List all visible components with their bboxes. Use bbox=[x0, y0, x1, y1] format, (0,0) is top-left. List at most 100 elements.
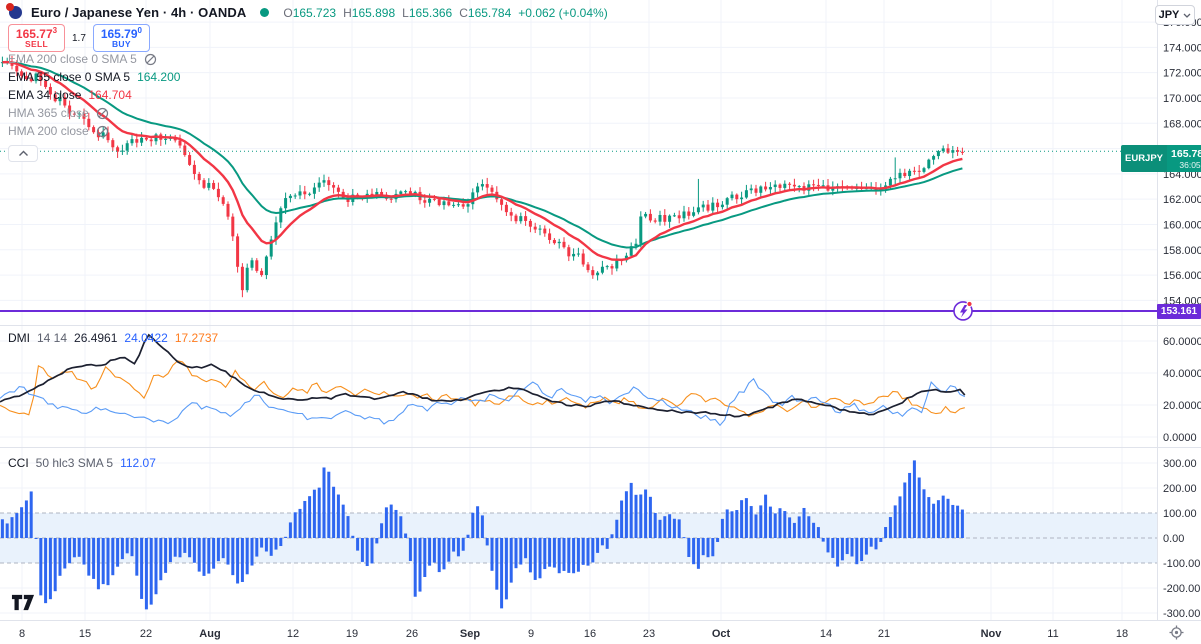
sell-price-sup: 3 bbox=[52, 25, 58, 35]
dmi-tick: 40.0000 bbox=[1163, 368, 1201, 380]
open-label: O bbox=[283, 5, 293, 20]
alert-icon[interactable] bbox=[953, 300, 973, 321]
cci-params: 50 hlc3 SMA 5 bbox=[35, 456, 114, 470]
market-status-dot bbox=[260, 8, 270, 17]
chevron-up-icon bbox=[18, 150, 28, 156]
buy-price-sup: 0 bbox=[137, 25, 142, 35]
time-tick: 12 bbox=[287, 628, 299, 640]
symbol-header: Euro / Japanese Yen · 4h · OANDA O165.72… bbox=[6, 3, 608, 20]
legend-row-ema34[interactable]: EMA 34 close 164.704 bbox=[8, 86, 180, 104]
time-tick: 26 bbox=[406, 628, 418, 640]
close-label: C bbox=[459, 5, 468, 20]
tradingview-chart-app: 176.000174.000172.000170.000168.000164.0… bbox=[0, 0, 1201, 644]
badge-countdown: 36:05 bbox=[1179, 159, 1201, 170]
time-tick: 21 bbox=[878, 628, 890, 640]
order-panel: 165.773 SELL 1.7 165.790 BUY bbox=[8, 24, 150, 52]
change-value: +0.062 (+0.04%) bbox=[518, 5, 608, 20]
price-tick: 170.000 bbox=[1163, 93, 1201, 105]
time-tick: Nov bbox=[981, 628, 1003, 640]
currency-dropdown[interactable]: JPY bbox=[1155, 5, 1195, 25]
time-tick: 11 bbox=[1047, 628, 1058, 640]
badge-price: 165.784 bbox=[1171, 147, 1201, 160]
legend-collapse-button[interactable] bbox=[8, 145, 38, 162]
close-value: 165.784 bbox=[467, 5, 512, 20]
time-tick: Oct bbox=[712, 628, 731, 640]
price-tick: 162.000 bbox=[1163, 194, 1201, 206]
buy-label: BUY bbox=[111, 39, 131, 50]
ema34-value: 164.704 bbox=[88, 88, 132, 102]
high-label: H bbox=[343, 5, 352, 20]
cci-tick: -100.00 bbox=[1163, 558, 1200, 570]
time-tick: Aug bbox=[199, 628, 220, 640]
high-value: 165.898 bbox=[351, 5, 396, 20]
cci-tick: 0.00 bbox=[1163, 533, 1184, 545]
settings-gear-icon[interactable] bbox=[1169, 625, 1184, 644]
currency-label: JPY bbox=[1158, 9, 1180, 21]
dmi-tick: 20.0000 bbox=[1163, 400, 1201, 412]
alert-price-badge: 153.161 bbox=[1157, 304, 1201, 319]
ema55-label: EMA 55 close 0 SMA 5 bbox=[8, 70, 131, 84]
time-tick: 23 bbox=[643, 628, 655, 640]
time-tick: 18 bbox=[1116, 628, 1128, 640]
tradingview-logo[interactable] bbox=[11, 594, 35, 616]
legend-row-ema200[interactable]: EMA 200 close 0 SMA 5 bbox=[8, 50, 180, 68]
legend-row-ema55[interactable]: EMA 55 close 0 SMA 5 164.200 bbox=[8, 68, 180, 86]
dmi-tick: 60.0000 bbox=[1163, 336, 1201, 348]
open-value: 165.723 bbox=[292, 5, 337, 20]
dmi-params: 14 14 bbox=[37, 331, 68, 345]
legend-row-hma365[interactable]: HMA 365 close bbox=[8, 104, 180, 122]
minus-di-value: 17.2737 bbox=[174, 331, 219, 345]
time-tick: 8 bbox=[19, 628, 25, 640]
main-pane[interactable] bbox=[0, 0, 1158, 326]
sell-label: SELL bbox=[25, 39, 48, 50]
cci-legend[interactable]: CCI 50 hlc3 SMA 5 112.07 bbox=[8, 456, 156, 470]
price-tick: 172.000 bbox=[1163, 68, 1201, 80]
cci-value: 112.07 bbox=[120, 456, 156, 470]
adx-value: 26.4961 bbox=[74, 331, 118, 345]
time-axis[interactable]: 8 15 22 Aug 12 19 26 Sep 9 16 23 Oct 14 21 Nov 11 18 bbox=[19, 628, 1128, 640]
cci-name: CCI bbox=[8, 456, 29, 470]
price-tick: 174.000 bbox=[1163, 42, 1201, 54]
time-tick: Sep bbox=[460, 628, 480, 640]
sell-button[interactable]: 165.773 SELL bbox=[8, 24, 65, 52]
cci-tick: -300.00 bbox=[1163, 608, 1200, 620]
buy-button[interactable]: 165.790 BUY bbox=[92, 24, 150, 52]
dmi-name: DMI bbox=[8, 331, 30, 345]
dmi-tick: 0.0000 bbox=[1163, 432, 1197, 444]
chevron-down-icon bbox=[1183, 13, 1191, 18]
time-tick: 14 bbox=[820, 628, 832, 640]
current-price-badge: EURJPY 165.784 36:05 bbox=[1121, 145, 1201, 172]
price-tick: 160.000 bbox=[1163, 219, 1201, 231]
hma200-label: HMA 200 close bbox=[8, 124, 89, 138]
eye-off-icon[interactable] bbox=[144, 53, 157, 66]
cci-tick: -200.00 bbox=[1163, 583, 1200, 595]
symbol-logo-icon bbox=[6, 3, 23, 20]
eye-off-icon[interactable] bbox=[96, 125, 109, 138]
hma365-label: HMA 365 close bbox=[8, 106, 89, 120]
time-tick: 15 bbox=[79, 628, 91, 640]
symbol-title[interactable]: Euro / Japanese Yen · 4h · OANDA bbox=[31, 5, 246, 20]
dmi-legend[interactable]: DMI 14 14 26.4961 24.0422 17.2737 bbox=[8, 331, 218, 345]
eye-off-icon[interactable] bbox=[96, 107, 109, 120]
low-value: 165.366 bbox=[408, 5, 453, 20]
price-tick: 156.000 bbox=[1163, 270, 1201, 282]
ema55-value: 164.200 bbox=[137, 70, 181, 84]
price-tick: 158.000 bbox=[1163, 245, 1201, 257]
ema200-label: EMA 200 close 0 SMA 5 bbox=[8, 52, 137, 66]
ema34-label: EMA 34 close bbox=[8, 88, 82, 102]
time-tick: 22 bbox=[140, 628, 152, 640]
price-tick: 168.000 bbox=[1163, 118, 1201, 130]
time-tick: 9 bbox=[528, 628, 534, 640]
cci-tick: 100.00 bbox=[1163, 508, 1197, 520]
indicator-legend: EMA 200 close 0 SMA 5 EMA 55 close 0 SMA… bbox=[8, 50, 180, 162]
ohlc-values: O165.723 H165.898 L165.366 C165.784 +0.0… bbox=[283, 6, 607, 20]
spread-value: 1.7 bbox=[72, 32, 86, 44]
cci-tick: 200.00 bbox=[1163, 483, 1197, 495]
legend-row-hma200[interactable]: HMA 200 close bbox=[8, 122, 180, 140]
time-tick: 16 bbox=[584, 628, 596, 640]
time-tick: 19 bbox=[346, 628, 358, 640]
low-label: L bbox=[402, 5, 409, 20]
cci-tick: 300.00 bbox=[1163, 458, 1197, 470]
plus-di-value: 24.0422 bbox=[124, 331, 168, 345]
badge-symbol: EURJPY bbox=[1121, 145, 1168, 172]
